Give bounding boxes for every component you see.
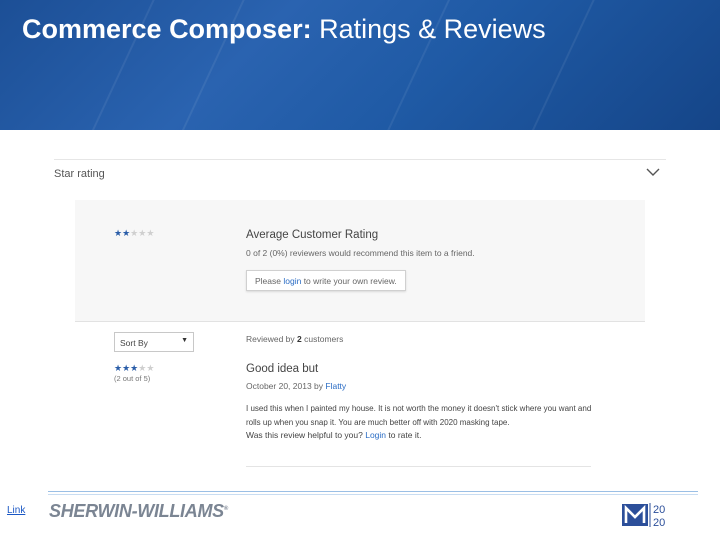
helpful-prompt: Was this review helpful to you? Login to…	[246, 430, 422, 440]
sort-select-value: Sort By	[120, 338, 148, 348]
footer-link[interactable]: Link	[7, 505, 25, 516]
recommend-text: 0 of 2 (0%) reviewers would recommend th…	[246, 248, 475, 258]
star-filled-icon: ★	[114, 363, 123, 373]
review-meta: October 20, 2013 by Flatty	[246, 381, 347, 391]
svg-text:20: 20	[653, 517, 665, 528]
star-filled-icon: ★	[114, 228, 123, 238]
m2020-logo: 20 20	[622, 503, 665, 528]
rating-summary-panel	[75, 200, 645, 322]
footer-divider	[48, 491, 698, 492]
slide-header: Commerce Composer: Ratings & Reviews	[0, 0, 720, 130]
login-link[interactable]: login	[283, 276, 301, 286]
star-empty-icon: ★	[146, 363, 155, 373]
review-count: Reviewed by 2 customers	[246, 334, 344, 344]
average-rating-stars: ★★★★★	[114, 228, 154, 239]
review-rating-stars: ★★★★★	[114, 363, 154, 374]
triangle-down-icon: ▼	[181, 337, 188, 344]
sort-select[interactable]: Sort By ▼	[114, 332, 194, 352]
page-title: Commerce Composer: Ratings & Reviews	[22, 14, 546, 44]
review-rating-caption: (2 out of 5)	[114, 374, 151, 383]
star-empty-icon: ★	[146, 228, 155, 238]
divider	[246, 466, 591, 467]
section-title: Star rating	[54, 168, 105, 180]
review-author-link[interactable]: Flatty	[325, 381, 346, 391]
star-filled-icon: ★	[122, 228, 131, 238]
chevron-down-icon[interactable]	[645, 166, 661, 178]
svg-text:20: 20	[653, 504, 665, 516]
review-body: I used this when I painted my house. It …	[246, 404, 592, 427]
helpful-login-link[interactable]: Login	[365, 430, 386, 440]
footer-divider	[48, 494, 698, 495]
sherwin-williams-logo: SHERWIN-WILLIAMS®	[49, 501, 228, 521]
review-title: Good idea but	[246, 363, 319, 375]
average-rating-heading: Average Customer Rating	[246, 229, 379, 241]
divider	[54, 159, 666, 160]
write-review-prompt: Please login to write your own review.	[246, 270, 406, 291]
star-filled-icon: ★	[122, 363, 131, 373]
